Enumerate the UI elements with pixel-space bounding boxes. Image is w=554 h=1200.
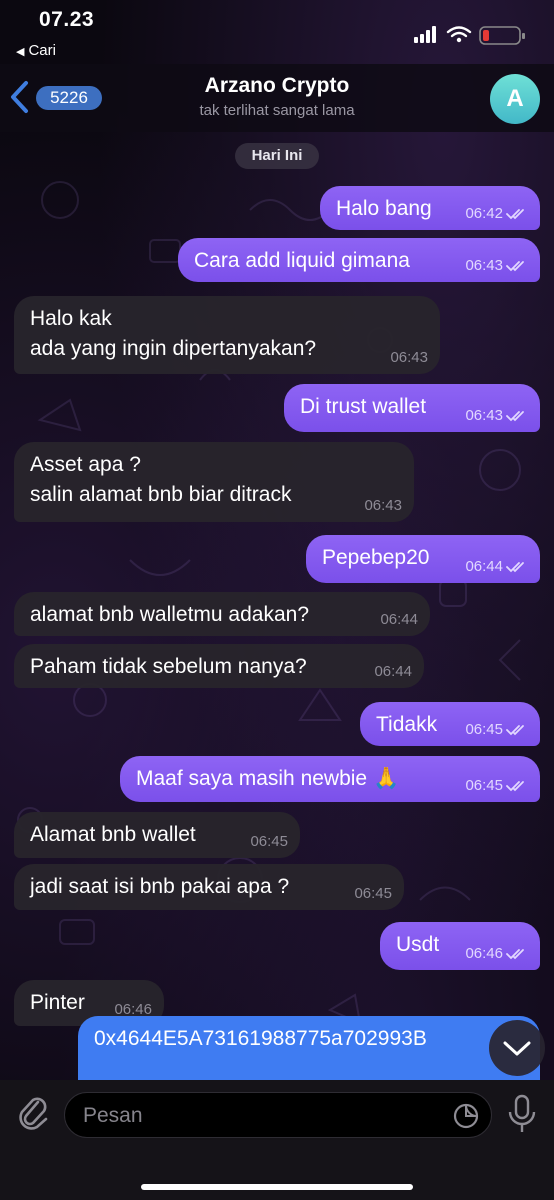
outgoing-message-bubble[interactable]: Di trust wallet 06:43 <box>284 384 540 432</box>
message-text-line: ada yang ingin dipertanyakan? <box>30 337 317 360</box>
battery-icon <box>479 26 525 45</box>
message-text-line: Paham tidak sebelum nanya? <box>30 655 307 678</box>
signal-icon <box>414 26 436 43</box>
read-receipt-icon <box>506 949 524 960</box>
message-text-line: salin alamat bnb biar ditrack <box>30 483 292 506</box>
message-time: 06:44 <box>465 558 503 575</box>
read-receipt-icon <box>506 411 524 422</box>
message-timestamp: 06:45 <box>465 721 528 739</box>
clock: 07.23 <box>39 8 95 31</box>
read-receipt-icon <box>506 781 524 792</box>
message-timestamp: 06:45 <box>354 885 392 903</box>
message-timestamp: 06:43 <box>390 349 428 367</box>
chat-title[interactable]: Arzano Crypto <box>0 74 554 98</box>
message-time: 06:45 <box>465 777 503 794</box>
message-text-line: jadi saat isi bnb pakai apa ? <box>30 875 290 898</box>
message-time: 06:45 <box>354 885 392 902</box>
back-app-label: Cari <box>28 42 56 59</box>
sticker-icon[interactable] <box>453 1103 479 1129</box>
message-time: 06:42 <box>465 205 503 222</box>
incoming-message-bubble[interactable]: jadi saat isi bnb pakai apa ? 06:45 <box>14 864 404 910</box>
status-bar: 07.23 ◀ Cari <box>0 0 554 64</box>
incoming-message-bubble[interactable]: Halo kak ada yang ingin dipertanyakan? 06:… <box>14 296 440 374</box>
message-timestamp: 06:42 <box>465 205 528 223</box>
message-time: 06:43 <box>465 407 503 424</box>
message-time: 06:43 <box>390 349 428 366</box>
back-triangle-icon: ◀ <box>16 46 25 58</box>
read-receipt-icon <box>506 562 524 573</box>
message-time: 06:43 <box>364 497 402 514</box>
message-text-line: Alamat bnb wallet <box>30 823 196 846</box>
message-time: 06:44 <box>374 663 412 680</box>
message-timestamp: 06:46 <box>465 945 528 963</box>
last-seen-status: tak terlihat sangat lama <box>199 102 355 119</box>
microphone-icon[interactable] <box>506 1094 538 1136</box>
message-timestamp: 06:44 <box>380 611 418 629</box>
incoming-message-bubble[interactable]: Asset apa ? salin alamat bnb biar ditrack… <box>14 442 414 522</box>
outgoing-message-bubble[interactable]: Pepebep20 06:44 <box>306 535 540 583</box>
message-timestamp: 06:45 <box>465 777 528 795</box>
message-time: 06:44 <box>380 611 418 628</box>
wallet-address-text: 0x4644E5A73161988775a702993B <box>94 1027 427 1050</box>
incoming-message-bubble[interactable]: Alamat bnb wallet 06:45 <box>14 812 300 858</box>
message-text-line: Asset apa ? <box>30 453 141 476</box>
avatar[interactable]: A <box>490 74 540 124</box>
message-time: 06:45 <box>465 721 503 738</box>
message-input-field[interactable] <box>64 1092 492 1139</box>
outgoing-message-bubble[interactable]: Cara add liquid gimana 06:43 <box>178 238 540 282</box>
message-text-line: Halo kak <box>30 307 112 330</box>
home-indicator <box>141 1184 413 1190</box>
message-time: 06:43 <box>465 257 503 274</box>
address-message-bubble[interactable]: 0x4644E5A73161988775a702993B <box>78 1016 540 1080</box>
incoming-message-bubble[interactable]: alamat bnb walletmu adakan? 06:44 <box>14 592 430 636</box>
scroll-to-bottom-button[interactable] <box>489 1020 545 1076</box>
chat-header: 5226 Arzano Crypto tak terlihat sangat l… <box>0 64 554 132</box>
message-time: 06:45 <box>250 833 288 850</box>
message-timestamp: 06:44 <box>465 558 528 576</box>
message-timestamp: 06:43 <box>465 257 528 275</box>
message-timestamp: 06:43 <box>364 497 402 515</box>
message-text-line: alamat bnb walletmu adakan? <box>30 603 310 626</box>
outgoing-message-bubble[interactable]: Tidakk 06:45 <box>360 702 540 746</box>
message-timestamp: 06:44 <box>374 663 412 681</box>
status-icons <box>414 26 525 45</box>
wifi-icon <box>446 26 472 38</box>
date-separator: Hari Ini <box>235 143 319 169</box>
chevron-down-icon <box>503 1041 531 1056</box>
outgoing-message-bubble[interactable]: Maaf saya masih newbie 🙏 06:45 <box>120 756 540 802</box>
message-timestamp: 06:45 <box>250 833 288 851</box>
message-composer <box>0 1080 554 1200</box>
outgoing-message-bubble[interactable]: Halo bang 06:42 <box>320 186 540 230</box>
read-receipt-icon <box>506 209 524 220</box>
read-receipt-icon <box>506 261 524 272</box>
message-timestamp: 06:43 <box>465 407 528 425</box>
paperclip-icon[interactable] <box>16 1094 50 1134</box>
message-time: 06:46 <box>465 945 503 962</box>
read-receipt-icon <box>506 725 524 736</box>
outgoing-message-bubble[interactable]: Usdt 06:46 <box>380 922 540 970</box>
back-to-app-link[interactable]: ◀ Cari <box>16 42 56 59</box>
incoming-message-bubble[interactable]: Paham tidak sebelum nanya? 06:44 <box>14 644 424 688</box>
message-input[interactable] <box>81 1093 445 1139</box>
